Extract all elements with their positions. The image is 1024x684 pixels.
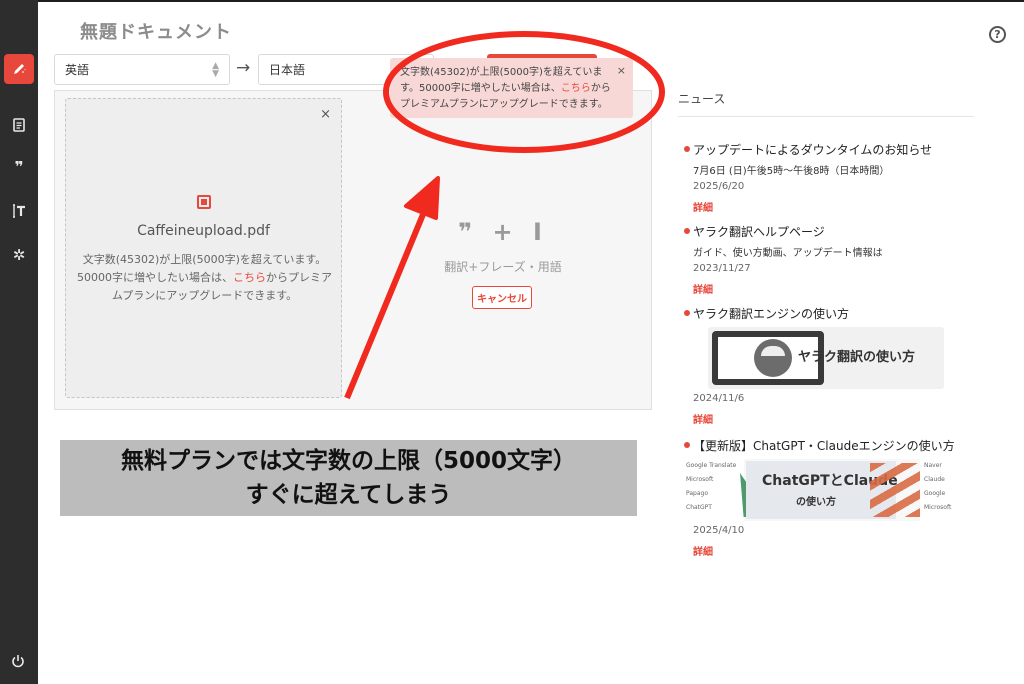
power-icon[interactable] (11, 654, 25, 668)
sidebar-item-glossary[interactable] (4, 196, 34, 226)
news-item: 【更新版】ChatGPT・Claudeエンジンの使い方 Google Trans… (684, 437, 974, 558)
sidebar-item-documents[interactable] (4, 110, 34, 140)
help-icon[interactable]: ? (989, 26, 1006, 43)
news-subtitle: ガイド、使い方動画、アップデート情報は (693, 248, 883, 259)
thumbnail-subtitle: の使い方 (796, 497, 836, 508)
news-thumbnail[interactable]: Google Translate Microsoft Papago ChatGPT C… (684, 459, 954, 521)
news-more-link[interactable]: 詳細 (684, 411, 974, 426)
annotation-caption: 無料プランでは文字数の上限（5000文字） すぐに超えてしまう (60, 440, 637, 516)
text-cursor-icon (13, 204, 25, 218)
thumbnail-stripes (870, 463, 924, 517)
news-thumbnail[interactable]: ヤラク翻訳の使い方 (708, 327, 944, 389)
document-icon (13, 118, 25, 132)
pdf-file-icon (197, 195, 211, 209)
news-date: 2025/4/10 (693, 525, 745, 536)
news-title[interactable]: ヤラク翻訳エンジンの使い方 (684, 305, 974, 322)
document-title[interactable]: 無題ドキュメント (80, 18, 232, 44)
news-item: アップデートによるダウンタイムのお知らせ 7月6日 (日)午後5時〜午後8時（日… (684, 141, 974, 214)
gear-icon: ✲ (12, 246, 26, 264)
news-item: ヤラク翻訳ヘルプページ ガイド、使い方動画、アップデート情報は 2023/11/… (684, 223, 974, 296)
news-title[interactable]: 【更新版】ChatGPT・Claudeエンジンの使い方 (684, 437, 974, 454)
sidebar-item-settings[interactable]: ✲ (4, 240, 34, 270)
thumbnail-menu-left: Google Translate Microsoft Papago ChatGPT (684, 459, 744, 521)
quote-icon: ❞ (14, 158, 24, 176)
source-language-select[interactable]: 英語 ▲ ▼ (54, 54, 230, 85)
caption-line-1: 無料プランでは文字数の上限（5000文字） (120, 448, 576, 474)
news-date: 2023/11/27 (693, 263, 751, 274)
news-title[interactable]: ヤラク翻訳ヘルプページ (684, 223, 974, 240)
source-language-value: 英語 (65, 63, 90, 77)
sidebar: ❞ ✲ (0, 0, 38, 684)
news-date: 2025/6/20 (693, 181, 745, 192)
toast-close-icon[interactable]: × (617, 63, 626, 79)
news-title[interactable]: アップデートによるダウンタイムのお知らせ (684, 141, 974, 158)
news-more-link[interactable]: 詳細 (684, 543, 974, 558)
thumbnail-title: ヤラク翻訳の使い方 (798, 350, 916, 365)
news-heading: ニュース (678, 90, 974, 117)
news-more-link[interactable]: 詳細 (684, 281, 974, 296)
feature-icons: ❞ + Ⅰ (458, 218, 548, 246)
upgrade-link[interactable]: こちら (233, 271, 266, 284)
error-toast: × 文字数(45302)が上限(5000字)を超えています。50000字に増やし… (390, 58, 633, 118)
upload-panel[interactable]: × Caffeineupload.pdf 文字数(45302)が上限(5000字… (65, 98, 342, 398)
close-icon[interactable]: × (320, 107, 331, 122)
news-subtitle: 7月6日 (日)午後5時〜午後8時（日本時間） (693, 166, 890, 177)
news-more-link[interactable]: 詳細 (684, 199, 974, 214)
thumbnail-menu-right: Naver Claude Google Microsoft (920, 459, 954, 521)
file-name: Caffeineupload.pdf (137, 223, 270, 239)
toast-upgrade-link[interactable]: こちら (561, 83, 591, 94)
news-date: 2024/11/6 (693, 393, 745, 404)
upload-limit-message: 文字数(45302)が上限(5000字)を超えています。50000字に増やしたい… (76, 251, 333, 305)
arrow-right-icon: → (236, 58, 251, 78)
cancel-button[interactable]: キャンセル (472, 286, 532, 309)
main-area: 無題ドキュメント ? 英語 ▲ ▼ → 日本語 × Caffeineupload.… (38, 0, 1024, 684)
sidebar-item-phrases[interactable]: ❞ (4, 152, 34, 182)
feature-label: 翻訳+フレーズ・用語 (444, 260, 562, 274)
thumbnail-logo (754, 339, 792, 377)
sidebar-item-edit[interactable] (4, 54, 34, 84)
news-item: ヤラク翻訳エンジンの使い方 ヤラク翻訳の使い方 2024/11/6 詳細 (684, 305, 974, 426)
translation-panel: ❞ + Ⅰ 翻訳+フレーズ・用語 キャンセル (354, 90, 652, 410)
chevron-updown-icon: ▲ ▼ (212, 60, 219, 79)
target-language-value: 日本語 (269, 63, 306, 77)
caption-line-2: すぐに超えてしまう (245, 482, 452, 508)
news-panel: ニュース アップデートによるダウンタイムのお知らせ 7月6日 (日)午後5時〜午… (678, 90, 978, 558)
pen-icon (14, 64, 26, 74)
